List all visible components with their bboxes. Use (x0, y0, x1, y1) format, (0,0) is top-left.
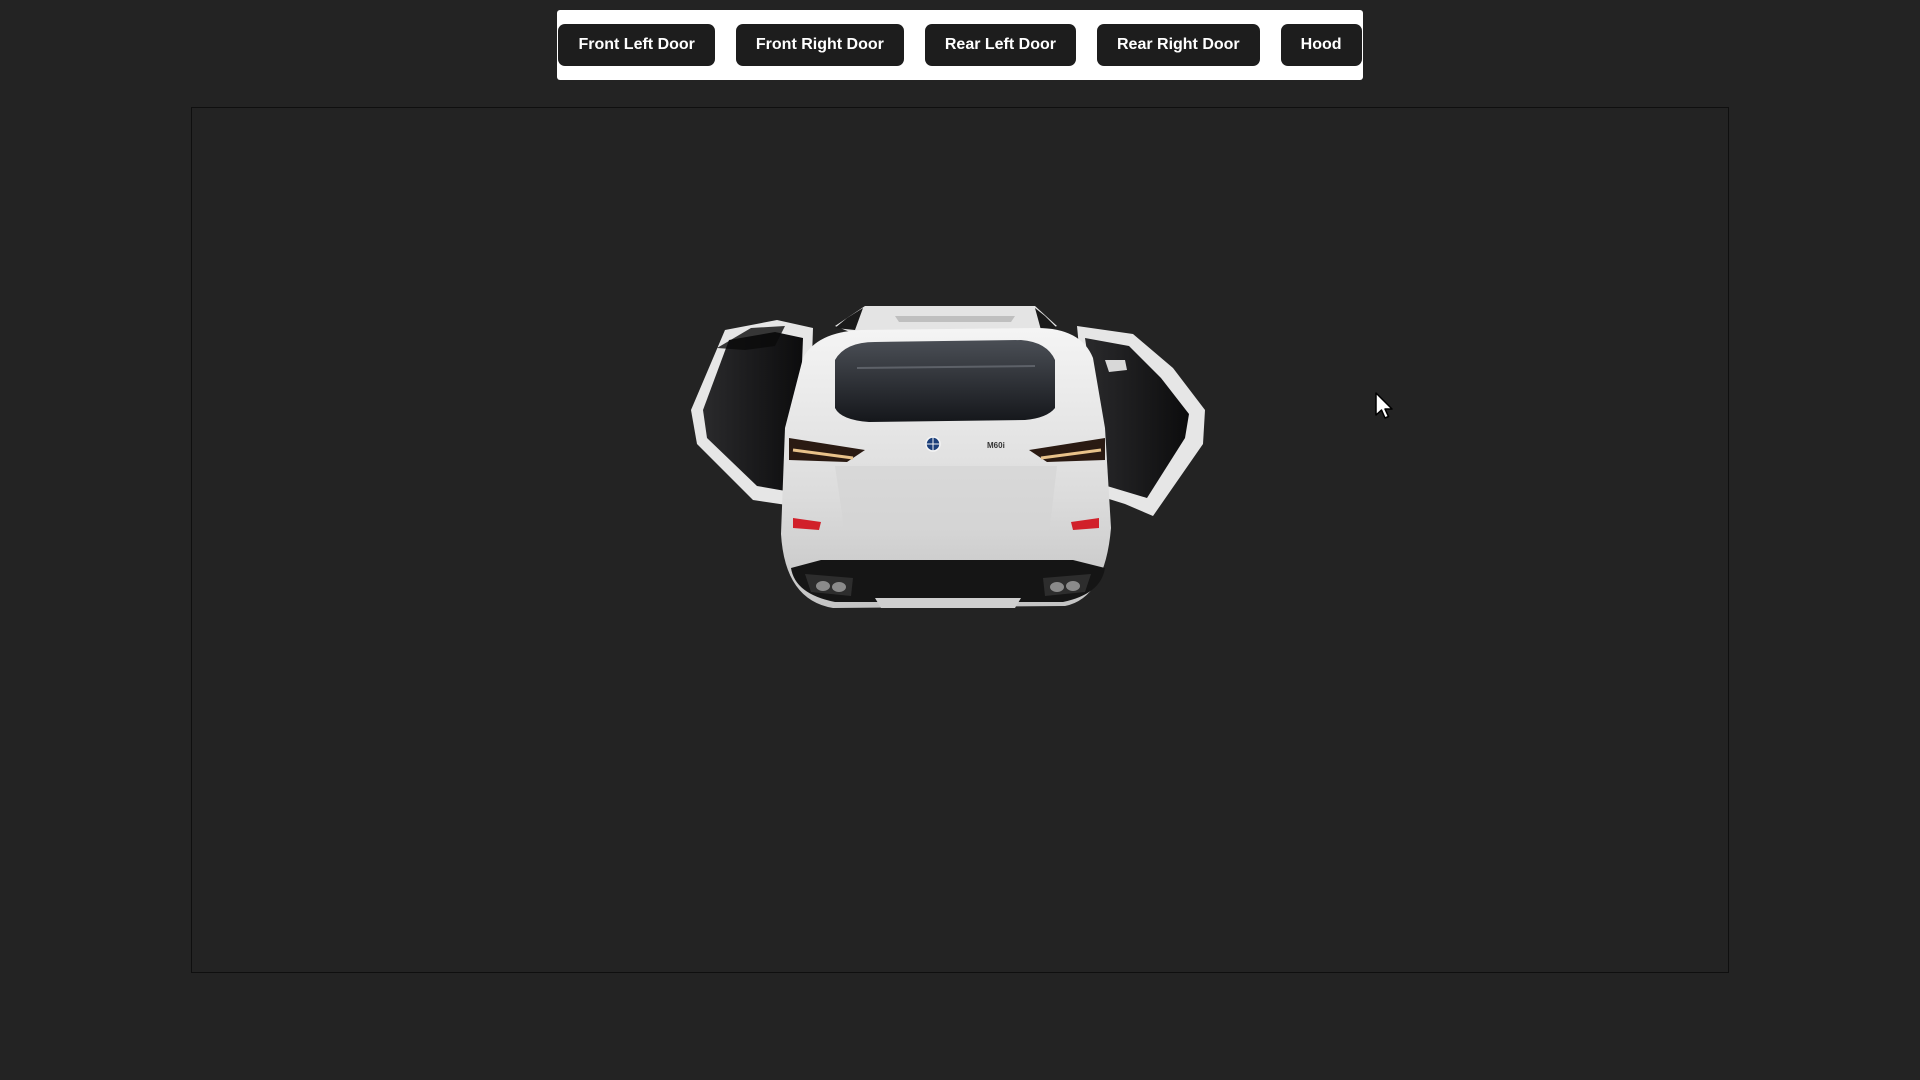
mouse-pointer-icon (1375, 392, 1393, 419)
door-control-toolbar: Front Left Door Front Right Door Rear Le… (557, 10, 1363, 80)
rear-left-door-button[interactable]: Rear Left Door (924, 24, 1076, 66)
car-3d-model[interactable]: M60i (685, 298, 1210, 623)
front-left-door-button[interactable]: Front Left Door (558, 24, 715, 66)
front-right-door-button[interactable]: Front Right Door (735, 24, 904, 66)
model-badge: M60i (987, 441, 1005, 450)
hood-button[interactable]: Hood (1280, 24, 1362, 66)
rear-right-door-button[interactable]: Rear Right Door (1096, 24, 1260, 66)
